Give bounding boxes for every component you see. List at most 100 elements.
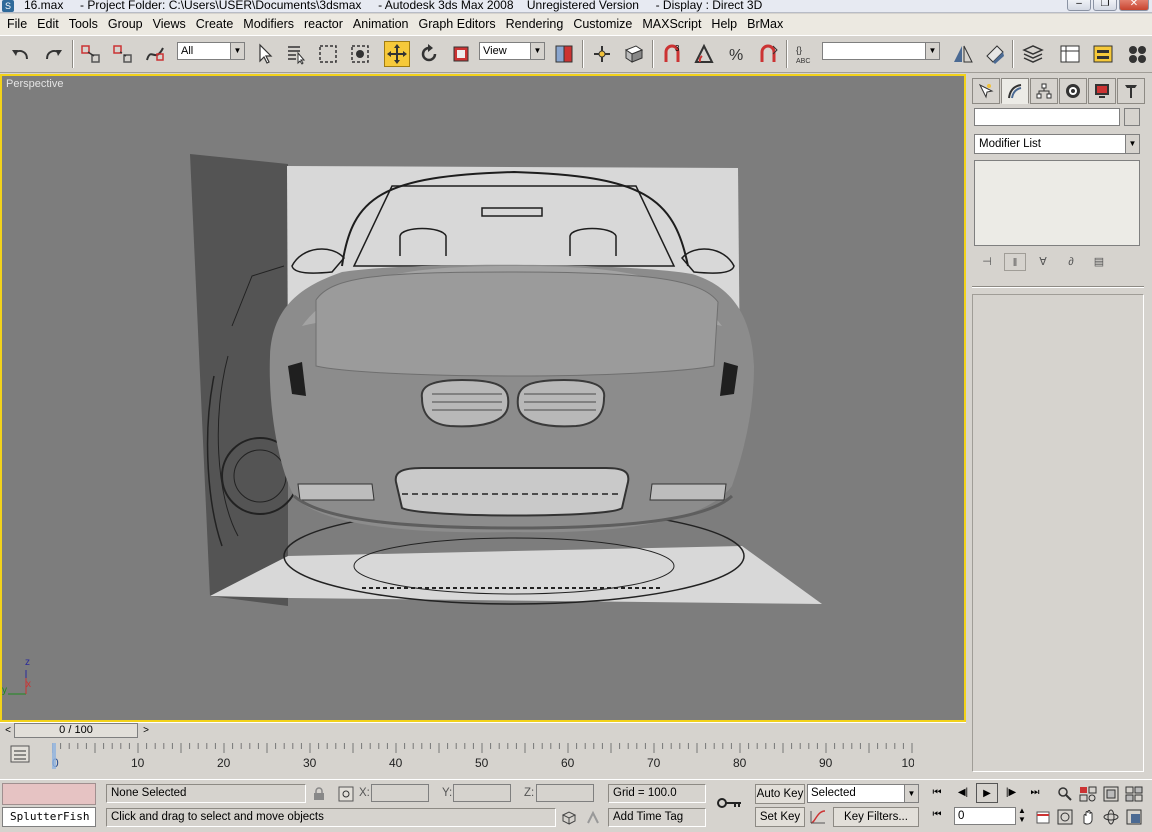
field-of-view-icon[interactable] <box>1054 806 1076 828</box>
menu-customize[interactable]: Customize <box>568 14 637 35</box>
object-name-input[interactable] <box>974 108 1120 126</box>
display-tab[interactable] <box>1088 78 1116 104</box>
menu-help[interactable]: Help <box>706 14 742 35</box>
time-slider-next[interactable]: > <box>138 723 154 738</box>
menu-animation[interactable]: Animation <box>348 14 414 35</box>
key-filters-button[interactable]: Key Filters... <box>833 807 919 827</box>
add-time-tag[interactable]: Add Time Tag <box>608 808 706 827</box>
undo-icon[interactable] <box>8 41 34 67</box>
modifier-stack[interactable] <box>974 160 1140 246</box>
frame-ruler[interactable]: 0102030405060708090100 <box>52 743 914 771</box>
rectangular-selection-icon[interactable] <box>315 41 341 67</box>
orbit-icon[interactable] <box>1100 806 1122 828</box>
select-by-name-icon[interactable] <box>283 41 309 67</box>
named-selection-dropdown[interactable]: ▼ <box>822 42 940 60</box>
select-and-scale-icon[interactable] <box>448 41 474 67</box>
reference-coordinate-dropdown[interactable]: View ▼ <box>479 42 545 60</box>
zoom-icon[interactable] <box>1054 783 1076 805</box>
key-mode-toggle-icon[interactable]: ⏮ <box>926 805 948 825</box>
current-frame-input[interactable]: 0 <box>954 807 1016 825</box>
adaptive-degradation-icon[interactable] <box>582 807 604 829</box>
maxscript-mini-listener[interactable]: SplutterFish <box>2 807 96 827</box>
angle-snap-icon[interactable] <box>691 41 717 67</box>
previous-frame-icon[interactable]: ◀| <box>952 783 974 803</box>
pivot-center-icon[interactable] <box>551 41 577 67</box>
redo-icon[interactable] <box>40 41 66 67</box>
pin-stack-icon[interactable]: ⊣ <box>976 253 998 271</box>
menu-graph-editors[interactable]: Graph Editors <box>414 14 501 35</box>
curve-editor-icon[interactable] <box>1057 41 1083 67</box>
set-key-button[interactable]: Set Key <box>755 807 805 827</box>
make-unique-icon[interactable]: ∀ <box>1032 253 1054 271</box>
go-to-start-icon[interactable]: ⏮ <box>926 783 948 803</box>
window-crossing-icon[interactable] <box>347 41 373 67</box>
selection-lock-cube-icon[interactable] <box>558 807 580 829</box>
zoom-extents-all-icon[interactable] <box>1123 783 1145 805</box>
select-and-move-icon[interactable] <box>384 41 410 67</box>
go-to-end-icon[interactable]: ⏭ <box>1024 783 1046 803</box>
menu-modifiers[interactable]: Modifiers <box>238 14 299 35</box>
pan-view-icon[interactable] <box>1077 806 1099 828</box>
menu-group[interactable]: Group <box>103 14 148 35</box>
configure-modifier-sets-icon[interactable]: ▤ <box>1088 253 1110 271</box>
layer-manager-icon[interactable] <box>1020 41 1046 67</box>
manipulate-icon[interactable] <box>589 41 615 67</box>
utilities-tab[interactable] <box>1117 78 1145 104</box>
zoom-all-icon[interactable] <box>1077 783 1099 805</box>
menu-reactor[interactable]: reactor <box>299 14 348 35</box>
rollout-area[interactable] <box>972 294 1144 772</box>
maxscript-mini-listener-output[interactable] <box>2 783 96 805</box>
x-coordinate-input[interactable] <box>371 784 429 802</box>
time-slider[interactable]: < 0 / 100 > <box>0 722 966 738</box>
select-and-link-icon[interactable] <box>78 41 104 67</box>
edit-named-selection-icon[interactable]: {} ABC <box>792 41 818 67</box>
percent-snap-icon[interactable]: % <box>723 41 749 67</box>
close-button[interactable]: ✕ <box>1119 0 1149 11</box>
selection-filter-dropdown[interactable]: All ▼ <box>177 42 245 60</box>
menu-tools[interactable]: Tools <box>64 14 103 35</box>
current-frame-marker[interactable] <box>52 743 56 769</box>
unlink-selection-icon[interactable] <box>110 41 136 67</box>
remove-modifier-icon[interactable]: ∂ <box>1060 253 1082 271</box>
frame-spinner-icon[interactable]: ▲ ▼ <box>1016 806 1028 826</box>
menu-create[interactable]: Create <box>191 14 239 35</box>
play-animation-icon[interactable]: ▶ <box>976 783 998 803</box>
snaps-toggle-icon[interactable]: 3 <box>659 41 685 67</box>
select-and-rotate-icon[interactable] <box>416 41 442 67</box>
align-icon[interactable] <box>982 41 1008 67</box>
motion-tab[interactable] <box>1059 78 1087 104</box>
menu-edit[interactable]: Edit <box>32 14 64 35</box>
default-in-out-tangents-icon[interactable] <box>807 806 829 828</box>
menu-rendering[interactable]: Rendering <box>501 14 569 35</box>
set-key-mode-icon[interactable] <box>715 792 745 814</box>
schematic-view-icon[interactable] <box>1090 41 1116 67</box>
time-configuration-icon[interactable] <box>1032 806 1054 828</box>
material-editor-icon[interactable] <box>1124 41 1150 67</box>
key-mode-dropdown[interactable]: Selected ▼ <box>807 784 919 803</box>
open-mini-curve-editor-icon[interactable] <box>10 745 30 763</box>
viewport-label[interactable]: Perspective <box>6 78 63 90</box>
modify-tab[interactable] <box>1001 78 1029 104</box>
menu-maxscript[interactable]: MAXScript <box>637 14 706 35</box>
menu-file[interactable]: File <box>2 14 32 35</box>
perspective-viewport[interactable]: Perspective z x y <box>0 74 966 722</box>
next-frame-icon[interactable]: |▶ <box>1000 783 1022 803</box>
z-coordinate-input[interactable] <box>536 784 594 802</box>
hierarchy-tab[interactable] <box>1030 78 1058 104</box>
show-end-result-icon[interactable]: ‖ <box>1004 253 1026 271</box>
create-tab[interactable] <box>972 78 1000 104</box>
minimize-button[interactable]: – <box>1067 0 1091 11</box>
maximize-viewport-icon[interactable] <box>1123 806 1145 828</box>
app-icon[interactable]: S <box>2 0 14 12</box>
keyboard-shortcut-override-icon[interactable] <box>621 41 647 67</box>
restore-button[interactable]: ❐ <box>1093 0 1117 11</box>
menu-brmax[interactable]: BrMax <box>742 14 788 35</box>
lock-icon[interactable] <box>308 783 330 805</box>
select-object-icon[interactable] <box>252 41 278 67</box>
mirror-icon[interactable] <box>950 41 976 67</box>
time-slider-thumb[interactable]: 0 / 100 <box>14 723 138 738</box>
absolute-mode-icon[interactable] <box>335 783 357 805</box>
bind-to-space-warp-icon[interactable] <box>142 41 168 67</box>
modifier-list-dropdown[interactable]: Modifier List ▼ <box>974 134 1140 154</box>
spinner-snap-icon[interactable] <box>755 41 781 67</box>
